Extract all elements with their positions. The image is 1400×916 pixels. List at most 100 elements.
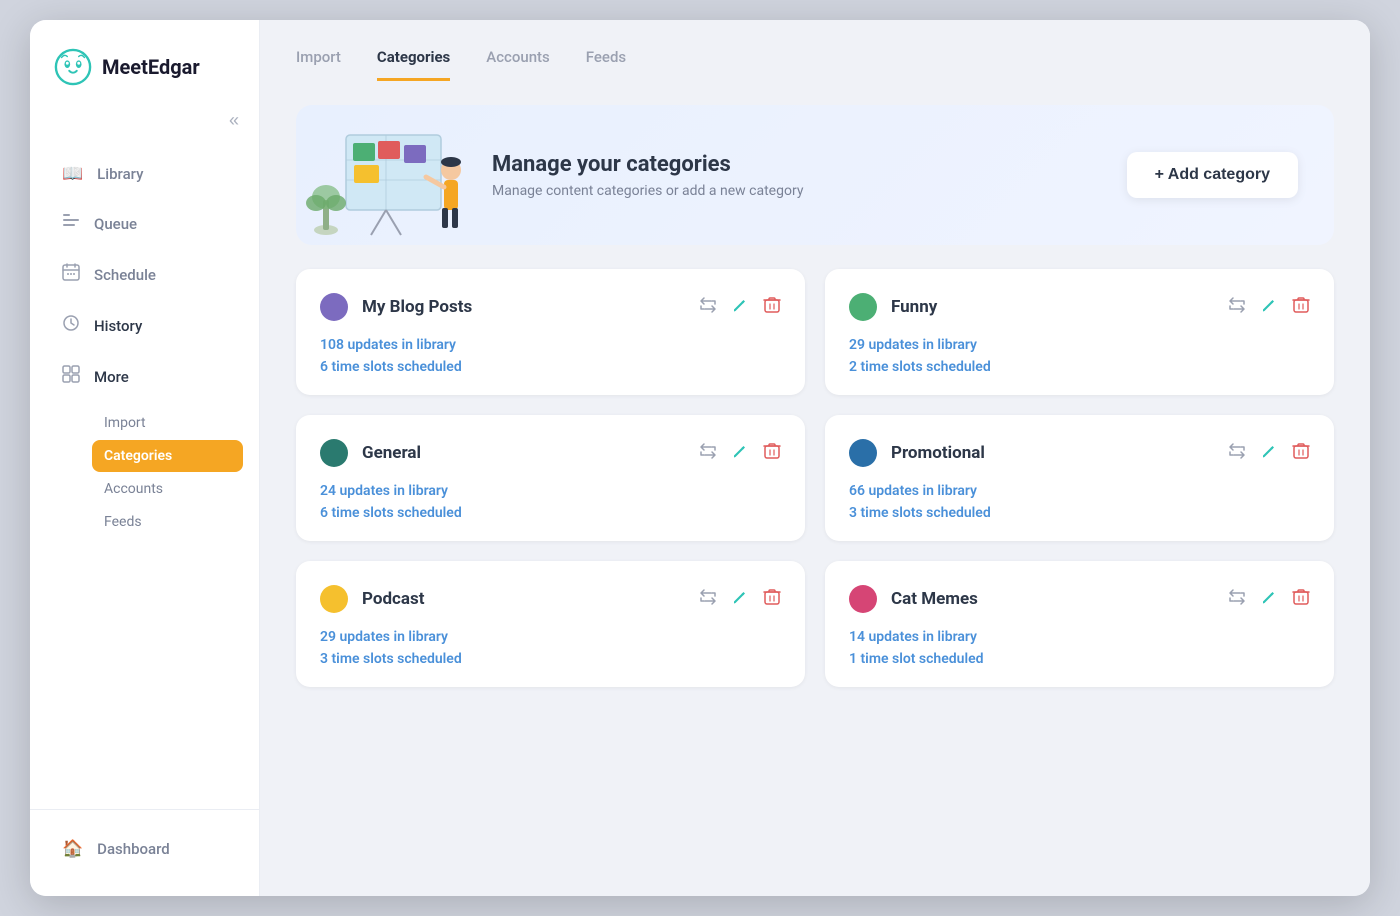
history-icon — [62, 314, 80, 337]
category-card-header: Promotional — [849, 439, 1310, 467]
category-updates[interactable]: 66 updates in library — [849, 483, 1310, 499]
sidebar: MeetEdgar « 📖 Library Queue Schedule — [30, 20, 260, 896]
shuffle-icon[interactable] — [1228, 296, 1246, 319]
card-actions — [1228, 296, 1310, 319]
category-card: General 24 updates in library 6 time slo… — [296, 415, 805, 541]
category-card: Cat Memes 14 updates in library 1 time s… — [825, 561, 1334, 687]
delete-icon[interactable] — [763, 296, 781, 319]
category-name: Funny — [891, 297, 937, 317]
category-title-row: Promotional — [849, 439, 985, 467]
category-card-header: Cat Memes — [849, 585, 1310, 613]
queue-icon — [62, 212, 80, 235]
category-name: Promotional — [891, 443, 985, 463]
categories-grid: My Blog Posts 108 updates in library 6 t… — [260, 245, 1370, 723]
delete-icon[interactable] — [763, 442, 781, 465]
edit-icon[interactable] — [1260, 588, 1278, 611]
category-title-row: General — [320, 439, 421, 467]
tab-import[interactable]: Import — [296, 48, 341, 81]
hero-subtitle: Manage content categories or add a new c… — [492, 183, 1127, 199]
library-icon: 📖 — [62, 164, 83, 184]
card-actions — [1228, 588, 1310, 611]
category-name: Cat Memes — [891, 589, 978, 609]
category-card-header: My Blog Posts — [320, 293, 781, 321]
delete-icon[interactable] — [1292, 442, 1310, 465]
main-content: Import Categories Accounts Feeds — [260, 20, 1370, 896]
delete-icon[interactable] — [763, 588, 781, 611]
sidebar-item-label: Dashboard — [97, 840, 170, 858]
more-icon — [62, 365, 80, 388]
sidebar-item-import[interactable]: Import — [92, 407, 243, 439]
add-category-button[interactable]: + Add category — [1127, 152, 1298, 198]
category-name: Podcast — [362, 589, 424, 609]
top-tabs: Import Categories Accounts Feeds — [260, 20, 1370, 81]
dashboard-icon: 🏠 — [62, 839, 83, 859]
sidebar-item-dashboard[interactable]: 🏠 Dashboard — [46, 826, 243, 872]
app-name: MeetEdgar — [102, 55, 200, 79]
sidebar-item-more[interactable]: More — [46, 352, 243, 401]
sidebar-item-queue[interactable]: Queue — [46, 199, 243, 248]
sidebar-item-schedule[interactable]: Schedule — [46, 250, 243, 299]
shuffle-icon[interactable] — [1228, 442, 1246, 465]
category-name: General — [362, 443, 421, 463]
category-updates[interactable]: 29 updates in library — [320, 629, 781, 645]
app-container: MeetEdgar « 📖 Library Queue Schedule — [30, 20, 1370, 896]
tab-feeds[interactable]: Feeds — [586, 48, 626, 81]
edit-icon[interactable] — [1260, 296, 1278, 319]
sidebar-item-history[interactable]: History — [46, 301, 243, 350]
sidebar-item-accounts[interactable]: Accounts — [92, 473, 243, 505]
delete-icon[interactable] — [1292, 296, 1310, 319]
category-name: My Blog Posts — [362, 297, 472, 317]
sidebar-item-categories[interactable]: Categories — [92, 440, 243, 472]
delete-icon[interactable] — [1292, 588, 1310, 611]
shuffle-icon[interactable] — [699, 296, 717, 319]
edit-icon[interactable] — [731, 442, 749, 465]
edit-icon[interactable] — [1260, 442, 1278, 465]
card-actions — [699, 442, 781, 465]
category-slots: 2 time slots scheduled — [849, 359, 1310, 375]
category-color-dot — [849, 585, 877, 613]
sidebar-item-label: Library — [97, 165, 143, 183]
shuffle-icon[interactable] — [1228, 588, 1246, 611]
category-card: Podcast 29 updates in library 3 time slo… — [296, 561, 805, 687]
category-updates[interactable]: 29 updates in library — [849, 337, 1310, 353]
hero-illustration-svg — [296, 105, 476, 245]
category-color-dot — [849, 293, 877, 321]
hero-title: Manage your categories — [492, 152, 1127, 177]
category-color-dot — [849, 439, 877, 467]
logo-icon — [54, 48, 92, 86]
sidebar-item-label: More — [94, 368, 129, 386]
edit-icon[interactable] — [731, 588, 749, 611]
category-card: Promotional 66 updates in library 3 time… — [825, 415, 1334, 541]
hero-banner: Manage your categories Manage content ca… — [296, 105, 1334, 245]
category-card: Funny 29 updates in library 2 time slots… — [825, 269, 1334, 395]
category-color-dot — [320, 293, 348, 321]
card-actions — [699, 588, 781, 611]
sidebar-item-feeds[interactable]: Feeds — [92, 506, 243, 538]
category-slots: 6 time slots scheduled — [320, 505, 781, 521]
category-title-row: My Blog Posts — [320, 293, 472, 321]
shuffle-icon[interactable] — [699, 442, 717, 465]
hero-illustration — [296, 105, 476, 245]
category-card-header: General — [320, 439, 781, 467]
sidebar-item-label: Queue — [94, 215, 137, 233]
category-slots: 3 time slots scheduled — [320, 651, 781, 667]
category-updates[interactable]: 108 updates in library — [320, 337, 781, 353]
collapse-button[interactable]: « — [229, 110, 239, 131]
sidebar-item-label: History — [94, 317, 142, 335]
sidebar-logo: MeetEdgar — [30, 20, 259, 110]
tab-categories[interactable]: Categories — [377, 48, 450, 81]
sidebar-sub-nav: Import Categories Accounts Feeds — [46, 403, 243, 543]
category-updates[interactable]: 14 updates in library — [849, 629, 1310, 645]
shuffle-icon[interactable] — [699, 588, 717, 611]
edit-icon[interactable] — [731, 296, 749, 319]
category-updates[interactable]: 24 updates in library — [320, 483, 781, 499]
tab-accounts[interactable]: Accounts — [486, 48, 550, 81]
category-slots: 1 time slot scheduled — [849, 651, 1310, 667]
sidebar-bottom: 🏠 Dashboard — [30, 809, 259, 896]
category-slots: 3 time slots scheduled — [849, 505, 1310, 521]
category-slots: 6 time slots scheduled — [320, 359, 781, 375]
sidebar-item-library[interactable]: 📖 Library — [46, 151, 243, 197]
category-color-dot — [320, 439, 348, 467]
category-title-row: Podcast — [320, 585, 424, 613]
sidebar-collapse: « — [30, 110, 259, 151]
